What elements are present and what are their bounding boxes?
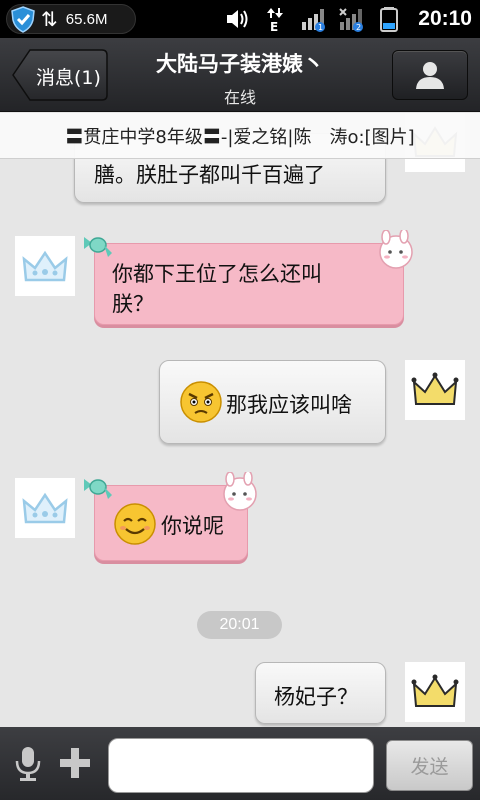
angry-face-emoji-icon [180,381,222,423]
status-bar: ⇅ 65.6M E 1 2 20:10 [0,0,480,38]
data-arrows-icon: E [267,8,284,32]
send-button[interactable]: 发送 [386,740,473,791]
candy-sticker-icon [84,237,112,257]
message-list[interactable]: 膳。朕肚子都叫千百遍了 你都下王位了怎么还叫 朕？ 那我应该叫啥 你说呢 20:… [0,113,480,727]
back-button-label: 消息(1) [36,67,101,89]
title-bar: 消息(1) 大陆马子装港婊丶 在线 [0,38,480,112]
mic-icon[interactable] [12,745,44,783]
message-text-line: 你都下王位了怎么还叫 [112,262,322,286]
memory-readout: 65.6M [65,10,108,28]
gold-crown-icon [411,372,459,405]
rabbit-sticker-icon [223,472,257,511]
online-status: 在线 [223,88,256,107]
candy-sticker-icon [84,479,112,499]
profile-icon [416,62,444,89]
avatar[interactable] [15,478,75,538]
svg-text:2: 2 [356,23,361,32]
chat-title-group: 大陆马子装港婊丶 在线 [115,48,365,108]
gold-crown-icon [411,674,459,707]
shield-icon [11,6,35,33]
avatar[interactable] [405,662,465,722]
avatar[interactable] [405,360,465,420]
message-bubble[interactable]: 你都下王位了怎么还叫 朕？ [94,243,404,325]
signal-icon: 1 [302,9,326,32]
battery-icon [380,7,399,32]
timestamp-divider: 20:01 [197,611,282,639]
message-text: 那我应该叫啥 [226,393,352,417]
status-left-group: ⇅ 65.6M [6,4,136,34]
volume-icon [227,10,248,28]
message-bubble[interactable]: 杨妃子？ [255,662,386,724]
status-right-group: E 1 2 20:10 [224,0,472,38]
plus-icon[interactable] [58,745,92,781]
clock: 20:10 [418,7,472,30]
page-title: 大陆马子装港婊丶 [156,52,324,76]
svg-text:1: 1 [318,23,323,32]
svg-text:E: E [270,20,278,32]
input-bar: 发送 [0,727,480,800]
sync-icon: ⇅ [41,7,58,31]
message-input[interactable] [108,738,374,793]
smile-face-emoji-icon [114,503,156,545]
avatar[interactable] [15,236,75,296]
message-text: 你说呢 [161,514,224,538]
back-button[interactable]: 消息(1) [12,49,108,101]
banner-text: 〓贯庄中学8年级〓-|爱之铭|陈 涛o:[图片] [65,126,415,148]
signal-icon-sim2: 2 [339,8,364,32]
profile-button[interactable] [392,50,468,100]
group-notification-banner[interactable]: 〓贯庄中学8年级〓-|爱之铭|陈 涛o:[图片] [0,113,480,159]
blue-crown-icon [22,492,68,524]
message-text: 杨妃子？ [274,685,358,709]
message-text: 膳。朕肚子都叫千百遍了 [94,163,325,187]
message-bubble[interactable]: 那我应该叫啥 [159,360,386,444]
message-text-line: 朕？ [112,292,154,316]
blue-crown-icon [22,250,68,282]
rabbit-sticker-icon [379,230,413,269]
